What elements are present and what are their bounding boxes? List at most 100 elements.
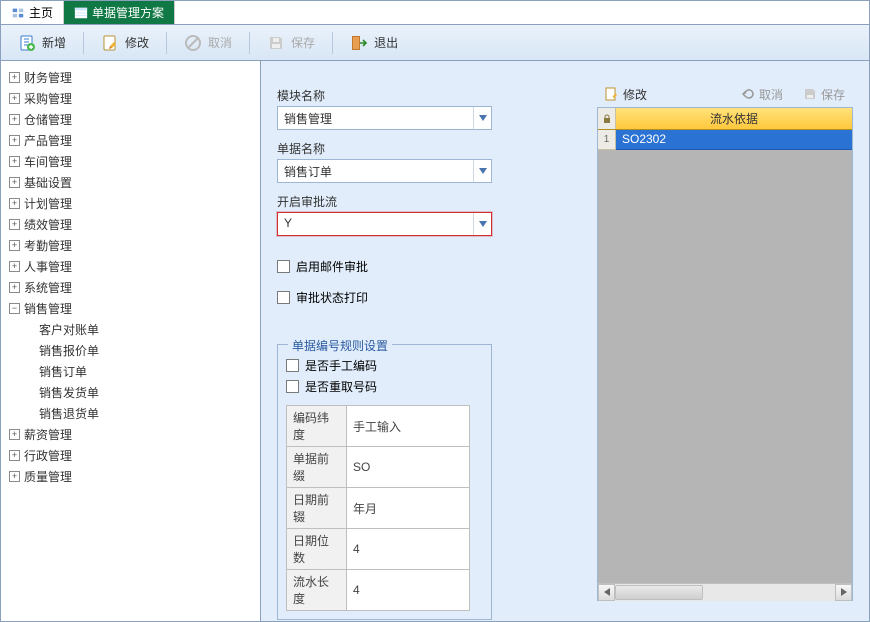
tree-leaf[interactable]: 销售报价单 bbox=[39, 340, 256, 361]
tree-node-label: 采购管理 bbox=[24, 90, 72, 107]
expand-icon[interactable]: + bbox=[9, 282, 20, 293]
exit-icon bbox=[350, 34, 368, 52]
expand-icon[interactable]: + bbox=[9, 93, 20, 104]
kv-value[interactable]: SO bbox=[347, 447, 470, 488]
tree-node[interactable]: + 采购管理 bbox=[5, 88, 256, 109]
kv-key: 日期位数 bbox=[287, 529, 347, 570]
grid-cancel-button[interactable]: 取消 bbox=[733, 84, 791, 105]
grid-header-col[interactable]: 流水依据 bbox=[616, 108, 852, 129]
regen-number-checkbox[interactable]: 是否重取号码 bbox=[286, 376, 483, 397]
tree-node[interactable]: + 产品管理 bbox=[5, 130, 256, 151]
toolbar-separator bbox=[332, 32, 333, 54]
tree-node[interactable]: + 基础设置 bbox=[5, 172, 256, 193]
tree-node[interactable]: +绩效管理 bbox=[5, 214, 256, 235]
tree-node[interactable]: +仓储管理 bbox=[5, 109, 256, 130]
tree-node-label: 产品管理 bbox=[24, 132, 72, 149]
save-icon bbox=[267, 34, 285, 52]
grid-horizontal-scrollbar[interactable] bbox=[598, 583, 852, 600]
tree-node-label: 薪资管理 bbox=[24, 426, 72, 443]
tree-node[interactable]: + 行政管理 bbox=[5, 445, 256, 466]
expand-icon[interactable]: + bbox=[9, 177, 20, 188]
home-icon bbox=[11, 6, 25, 20]
manual-coding-checkbox[interactable]: 是否手工编码 bbox=[286, 355, 483, 376]
expand-icon[interactable]: + bbox=[9, 240, 20, 251]
approval-flow-select[interactable]: Y bbox=[277, 212, 492, 236]
tree-node[interactable]: +质量管理 bbox=[5, 466, 256, 487]
tree-leaf[interactable]: 销售发货单 bbox=[39, 382, 256, 403]
expand-icon[interactable]: + bbox=[9, 135, 20, 146]
dropdown-arrow-icon[interactable] bbox=[473, 160, 491, 182]
approval-status-print-label: 审批状态打印 bbox=[296, 289, 368, 306]
tree-node-label: 销售管理 bbox=[24, 300, 72, 317]
expand-icon[interactable]: + bbox=[9, 156, 20, 167]
tree-node[interactable]: + 薪资管理 bbox=[5, 424, 256, 445]
form-panel: 模块名称 销售管理 单据名称 销售订单 开启审批流 Y bbox=[277, 81, 577, 601]
tree-node-label: 计划管理 bbox=[24, 195, 72, 212]
cancel-button[interactable]: 取消 bbox=[173, 29, 243, 57]
grid-save-button[interactable]: 保存 bbox=[795, 84, 853, 105]
enable-mail-approval-checkbox[interactable]: 启用邮件审批 bbox=[277, 256, 577, 277]
expand-icon[interactable]: + bbox=[9, 261, 20, 272]
collapse-icon[interactable]: − bbox=[9, 303, 20, 314]
tree-node[interactable]: −销售管理 bbox=[5, 298, 256, 319]
kv-key: 单据前缀 bbox=[287, 447, 347, 488]
document-name-select[interactable]: 销售订单 bbox=[277, 159, 492, 183]
undo-icon bbox=[741, 87, 755, 101]
manual-coding-label: 是否手工编码 bbox=[305, 357, 377, 374]
tree-node[interactable]: +考勤管理 bbox=[5, 235, 256, 256]
tree-leaf[interactable]: 客户对账单 bbox=[39, 319, 256, 340]
expand-icon[interactable]: + bbox=[9, 219, 20, 230]
expand-icon[interactable]: + bbox=[9, 450, 20, 461]
document-name-label: 单据名称 bbox=[277, 140, 577, 157]
kv-value[interactable]: 4 bbox=[347, 529, 470, 570]
toolbar-separator bbox=[83, 32, 84, 54]
kv-value[interactable]: 4 bbox=[347, 570, 470, 611]
save-icon bbox=[803, 87, 817, 101]
tree-node[interactable]: + 人事管理 bbox=[5, 256, 256, 277]
grid-edit-label: 修改 bbox=[623, 86, 647, 103]
tree-leaf[interactable]: 销售退货单 bbox=[39, 403, 256, 424]
exit-button[interactable]: 退出 bbox=[339, 29, 409, 57]
expand-icon[interactable]: + bbox=[9, 114, 20, 125]
grid-panel: 修改 取消 保存 流水依据 1SO23 bbox=[597, 81, 853, 601]
numbering-rule-table: 编码纬度手工输入单据前缀SO日期前辍年月日期位数4流水长度4 bbox=[286, 405, 470, 611]
scroll-track[interactable] bbox=[615, 584, 835, 601]
add-button[interactable]: 新增 bbox=[7, 29, 77, 57]
regen-number-label: 是否重取号码 bbox=[305, 378, 377, 395]
tabs-bar: 主页 单据管理方案 bbox=[1, 1, 869, 25]
grid-header: 流水依据 bbox=[598, 108, 852, 130]
tree-node-label: 车间管理 bbox=[24, 153, 72, 170]
kv-value[interactable]: 手工输入 bbox=[347, 406, 470, 447]
dropdown-arrow-icon[interactable] bbox=[473, 107, 491, 129]
tree-node[interactable]: +系统管理 bbox=[5, 277, 256, 298]
grid-edit-button[interactable]: 修改 bbox=[597, 84, 655, 105]
kv-value[interactable]: 年月 bbox=[347, 488, 470, 529]
module-name-select[interactable]: 销售管理 bbox=[277, 106, 492, 130]
tree-node-label: 基础设置 bbox=[24, 174, 72, 191]
cancel-icon bbox=[184, 34, 202, 52]
approval-status-print-checkbox[interactable]: 审批状态打印 bbox=[277, 287, 577, 308]
tree-node[interactable]: + 财务管理 bbox=[5, 67, 256, 88]
tree-node-label: 行政管理 bbox=[24, 447, 72, 464]
main-toolbar: 新增 修改 取消 保存 退出 bbox=[1, 25, 869, 61]
expand-icon[interactable]: + bbox=[9, 198, 20, 209]
tree-node[interactable]: + 车间管理 bbox=[5, 151, 256, 172]
tab-home[interactable]: 主页 bbox=[1, 1, 64, 24]
expand-icon[interactable]: + bbox=[9, 471, 20, 482]
tree-node-label: 财务管理 bbox=[24, 69, 72, 86]
checkbox-box bbox=[277, 291, 290, 304]
tree-node-label: 人事管理 bbox=[24, 258, 72, 275]
scroll-thumb[interactable] bbox=[615, 585, 703, 600]
edit-button[interactable]: 修改 bbox=[90, 29, 160, 57]
expand-icon[interactable]: + bbox=[9, 429, 20, 440]
grid-cell[interactable]: SO2302 bbox=[616, 130, 852, 150]
scroll-right-button[interactable] bbox=[835, 584, 852, 601]
tree-node[interactable]: + 计划管理 bbox=[5, 193, 256, 214]
tab-document-scheme[interactable]: 单据管理方案 bbox=[64, 1, 175, 24]
tree-leaf[interactable]: 销售订单 bbox=[39, 361, 256, 382]
expand-icon[interactable]: + bbox=[9, 72, 20, 83]
save-button[interactable]: 保存 bbox=[256, 29, 326, 57]
scroll-left-button[interactable] bbox=[598, 584, 615, 601]
dropdown-arrow-icon[interactable] bbox=[473, 213, 491, 235]
grid-row[interactable]: 1SO2302 bbox=[598, 130, 852, 150]
